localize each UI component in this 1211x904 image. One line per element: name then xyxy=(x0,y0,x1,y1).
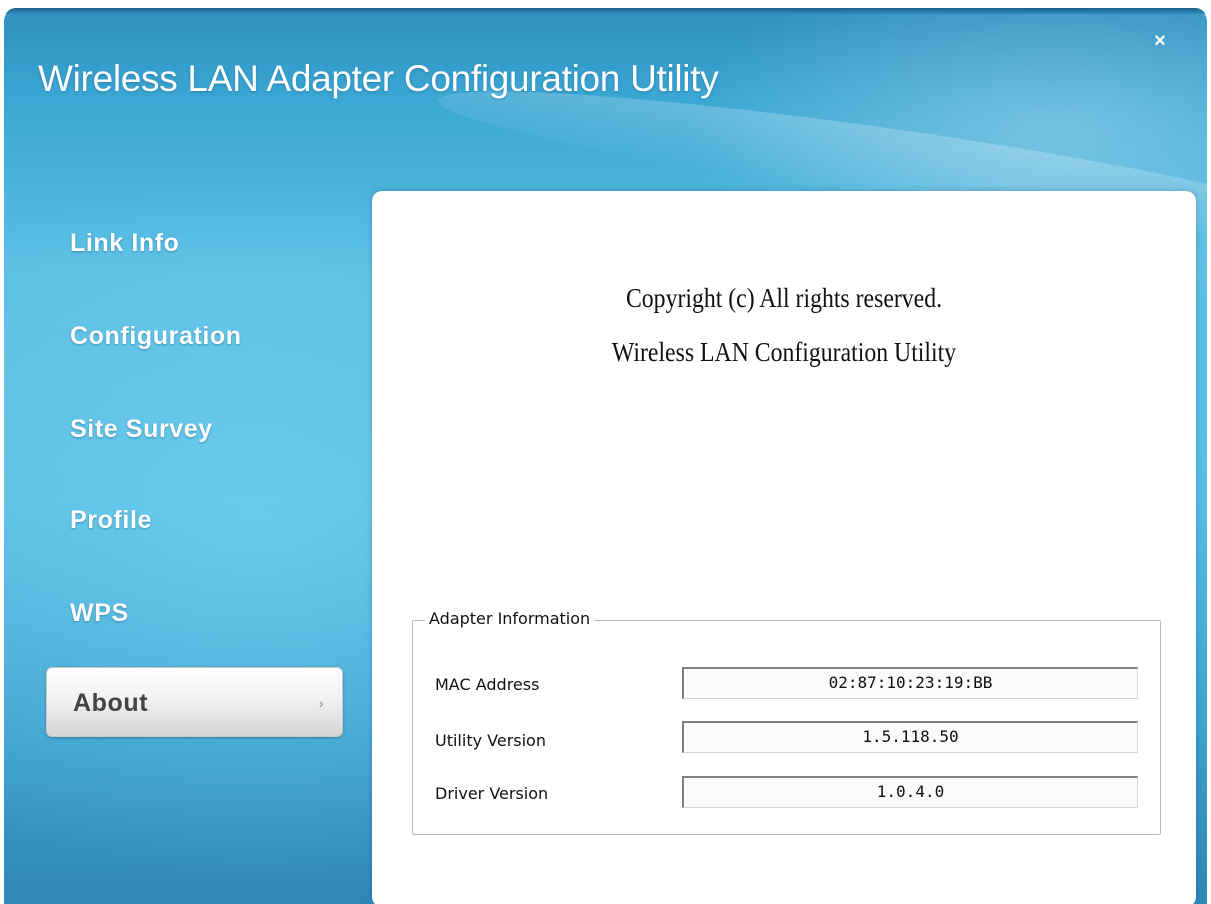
sidebar-item-label: About xyxy=(73,689,149,717)
utility-version-field[interactable]: 1.5.118.50 xyxy=(682,721,1138,753)
copyright-text: Copyright (c) All rights reserved. xyxy=(625,283,943,313)
sidebar-item-wps[interactable]: WPS xyxy=(44,578,344,648)
sidebar-item-profile[interactable]: Profile xyxy=(44,485,344,555)
product-name-text: Wireless LAN Configuration Utility xyxy=(611,337,957,367)
sidebar-item-about[interactable]: About › xyxy=(46,667,343,737)
window-top-border xyxy=(4,8,1207,14)
group-legend: Adapter Information xyxy=(425,609,595,628)
mac-address-field[interactable]: 02:87:10:23:19:BB xyxy=(682,667,1138,699)
about-panel: Copyright (c) All rights reserved. Wirel… xyxy=(372,191,1196,904)
sidebar-item-configuration[interactable]: Configuration xyxy=(44,301,344,371)
app-window: Wireless LAN Adapter Configuration Utili… xyxy=(4,8,1207,904)
sidebar-item-link-info[interactable]: Link Info xyxy=(44,208,344,278)
adapter-information-group: Adapter Information MAC Address 02:87:10… xyxy=(412,609,1161,835)
mac-address-label: MAC Address xyxy=(435,675,540,694)
driver-version-field[interactable]: 1.0.4.0 xyxy=(682,776,1138,808)
window-title: Wireless LAN Adapter Configuration Utili… xyxy=(38,58,719,99)
driver-version-label: Driver Version xyxy=(435,784,549,803)
close-icon[interactable]: × xyxy=(1149,30,1171,52)
chevron-right-icon: › xyxy=(318,695,324,711)
utility-version-label: Utility Version xyxy=(435,731,546,750)
sidebar-item-site-survey[interactable]: Site Survey xyxy=(44,394,344,464)
